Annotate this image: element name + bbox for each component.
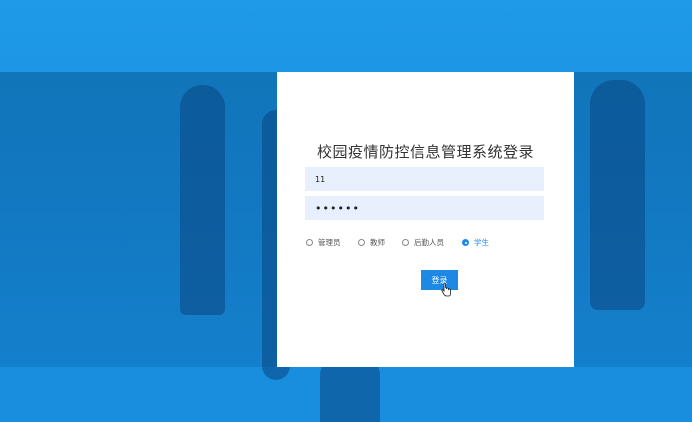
person-silhouette-left (180, 85, 225, 315)
username-input[interactable] (305, 167, 544, 191)
role-option-admin[interactable]: 管理员 (306, 237, 341, 248)
password-input[interactable] (305, 196, 544, 220)
hand-pointer-cursor-icon (441, 283, 451, 297)
role-option-teacher[interactable]: 教师 (358, 237, 385, 248)
role-option-logistics[interactable]: 后勤人员 (402, 237, 444, 248)
login-button[interactable]: 登录 (421, 270, 458, 290)
login-title: 校园疫情防控信息管理系统登录 (316, 143, 534, 161)
radio-button-icon[interactable] (306, 239, 313, 246)
role-radio-group: 管理员 教师 后勤人员 学生 (305, 237, 545, 251)
radio-button-icon[interactable] (358, 239, 365, 246)
radio-button-icon[interactable] (402, 239, 409, 246)
role-label-student: 学生 (474, 238, 489, 247)
role-option-student[interactable]: 学生 (462, 237, 489, 248)
role-label-logistics: 后勤人员 (414, 238, 444, 247)
person-silhouette-right (590, 80, 645, 310)
login-card: 校园疫情防控信息管理系统登录 管理员 教师 后勤人员 学生 登录 (277, 72, 574, 367)
radio-button-selected-icon[interactable] (462, 239, 469, 246)
role-label-teacher: 教师 (370, 238, 385, 247)
role-label-admin: 管理员 (318, 238, 341, 247)
